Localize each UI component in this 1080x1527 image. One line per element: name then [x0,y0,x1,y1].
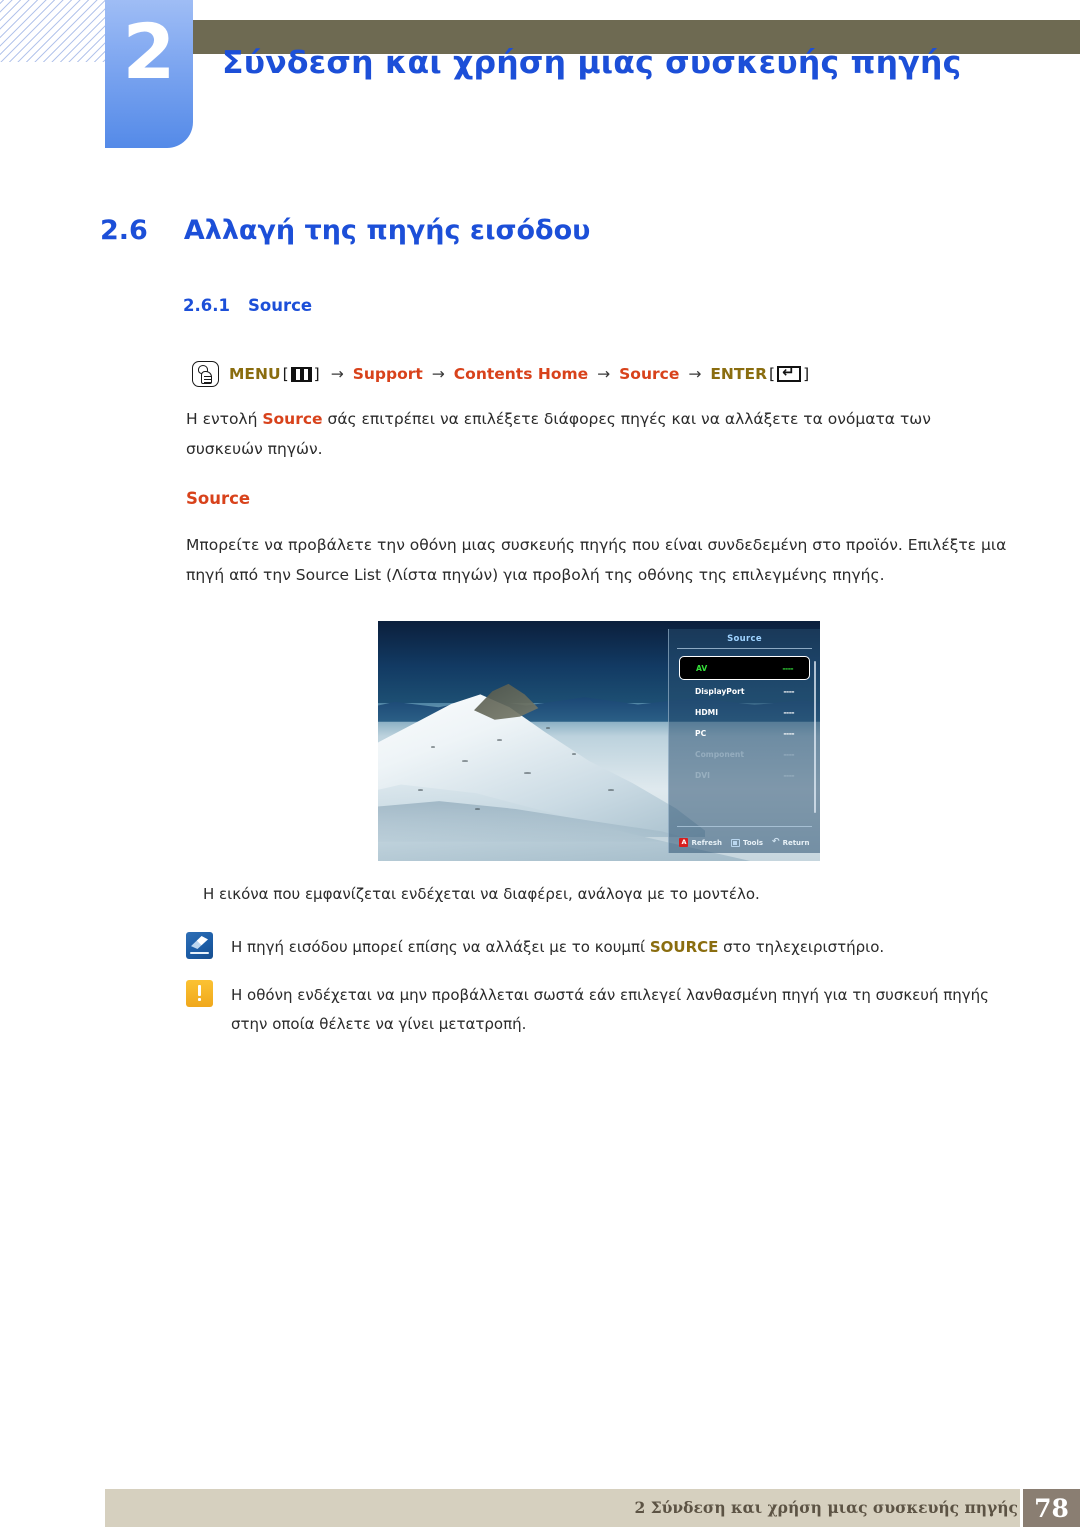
enter-label: ENTER [710,365,768,383]
source-description-paragraph: Μπορείτε να προβάλετε την οθόνη μιας συσ… [186,536,1007,585]
snow-speck [607,789,614,791]
osd-item-value: ---- [783,771,794,780]
note-pencil-icon [186,932,213,959]
subsection-number: 2.6.1 [183,296,230,315]
osd-footer-divider [677,826,812,827]
osd-item-label: Component [695,750,744,759]
osd-item-value: ---- [783,750,794,759]
osd-title-divider [677,648,812,649]
path-arrow-2: → [431,365,445,383]
note-text: Η πηγή εισόδου μπορεί επίσης να αλλάξει … [231,932,884,962]
note-text-after: στο τηλεχειριστήριο. [718,938,885,956]
note-highlight-source: SOURCE [649,938,719,956]
note-block-warning: Η οθόνη ενδέχεται να μην προβάλλεται σωσ… [186,980,1016,1040]
bracket-open-2: [ [769,365,776,383]
menu-path-breadcrumb: MENU [ ] → Support → Contents Home → Sou… [192,361,811,387]
footer-page-number: 78 [1023,1489,1080,1527]
subsection-title: Source [247,296,313,315]
osd-item-displayport[interactable]: DisplayPort ---- [679,681,810,702]
osd-item-hdmi[interactable]: HDMI ---- [679,702,810,723]
osd-scrollbar[interactable] [814,661,816,813]
osd-item-label: DisplayPort [695,687,745,696]
tv-screenshot-image: Source AV ---- DisplayPort ---- HDMI ---… [378,621,820,861]
path-arrow-1: → [330,365,344,383]
osd-title: Source [727,634,762,644]
section-number: 2.6 [100,215,148,246]
osd-footer-label: Tools [743,838,764,847]
osd-item-label: HDMI [695,708,719,717]
image-caption: Η εικόνα που εμφανίζεται ενδέχεται να δι… [203,885,760,903]
osd-item-label: DVI [695,771,711,780]
menu-label: MENU [229,365,281,383]
enter-return-icon [777,364,802,382]
snow-speck [417,789,423,791]
osd-footer-refresh[interactable]: A Refresh [679,838,722,847]
chapter-title: Σύνδεση και χρήση μιας συσκευής πηγής [222,45,962,81]
touch-hand-icon [192,361,219,387]
menu-bars-icon [290,366,312,382]
path-step-support: Support [352,365,423,383]
osd-item-value: ---- [783,708,794,717]
osd-item-dvi[interactable]: DVI ---- [679,765,810,786]
path-step-source: Source [619,365,680,383]
source-sub-heading: Source [186,489,251,508]
chapter-number-tab: 2 [105,0,193,148]
osd-item-pc[interactable]: PC ---- [679,723,810,744]
return-arrow-icon: ↶ [772,837,780,847]
osd-footer-bar: A Refresh Tools ↶ Return [669,838,820,847]
chapter-number: 2 [122,7,176,96]
osd-footer-tools[interactable]: Tools [731,838,764,847]
bracket-close-2: ] [803,365,810,383]
osd-footer-label: Refresh [691,838,723,847]
document-page: 2 Σύνδεση και χρήση μιας συσκευής πηγής … [0,0,1080,1527]
snow-speck [497,738,503,741]
path-arrow-4: → [688,365,702,383]
osd-item-value: ---- [783,729,794,738]
section-heading-2-6: 2.6 Αλλαγή της πηγής εισόδου [100,215,590,246]
bracket-open: [ [282,365,289,383]
warning-exclamation-icon [186,980,213,1007]
osd-footer-label: Return [782,838,810,847]
intro-highlight-source: Source [262,410,323,428]
osd-item-av[interactable]: AV ---- [679,656,810,680]
bracket-close: ] [313,365,320,383]
tools-icon [731,838,741,847]
note-text-before: Η πηγή εισόδου μπορεί επίσης να αλλάξει … [231,938,650,956]
snow-speck [431,745,436,748]
osd-footer-return[interactable]: ↶ Return [772,838,809,847]
note-text: Η οθόνη ενδέχεται να μην προβάλλεται σωσ… [231,986,989,1034]
footer-chapter-text: 2 Σύνδεση και χρήση μιας συσκευής πηγής [634,1498,1018,1517]
osd-source-list: AV ---- DisplayPort ---- HDMI ---- PC --… [669,656,820,786]
section-title: Αλλαγή της πηγής εισόδου [183,215,591,246]
badge-a-icon: A [679,838,689,847]
osd-item-value: ---- [782,663,793,673]
osd-item-component[interactable]: Component ---- [679,744,810,765]
snow-speck [545,726,550,729]
path-step-contents-home: Contents Home [453,365,589,383]
osd-item-value: ---- [783,687,794,696]
subsection-heading-2-6-1: 2.6.1 Source [183,296,312,315]
decorative-hatch-pattern [0,0,112,62]
osd-item-label: PC [695,729,707,738]
note-block-info: Η πηγή εισόδου μπορεί επίσης να αλλάξει … [186,932,1006,962]
path-arrow-3: → [597,365,611,383]
osd-item-label: AV [696,663,708,673]
osd-source-panel: Source AV ---- DisplayPort ---- HDMI ---… [668,629,820,853]
intro-paragraph: Η εντολή Source σάς επιτρέπει να επιλέξε… [186,404,976,464]
intro-text-before: Η εντολή [186,410,263,428]
